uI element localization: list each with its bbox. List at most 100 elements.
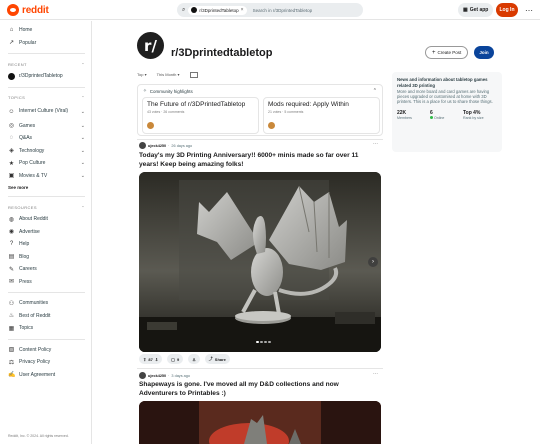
resources-section-header[interactable]: RESOURCES ⌃ [8, 201, 85, 213]
post-image[interactable] [139, 401, 381, 444]
sidebar-item-advertise[interactable]: ◉ Advertise [8, 226, 85, 239]
blog-icon: ▤ [8, 254, 15, 261]
left-sidebar: ⌂ Home ↗ Popular RECENT ⌃ r/3DprintedTab… [0, 21, 92, 444]
view-layout-icon[interactable] [189, 72, 198, 78]
sidebar-item-qas[interactable]: ◌ Q&As ⌄ [8, 132, 85, 145]
sidebar-item-pop-culture[interactable]: ★ Pop Culture ⌄ [8, 157, 85, 170]
sidebar-item-recent-subreddit[interactable]: r/3DprintedTabletop [8, 70, 85, 83]
sidebar-item-label: Blog [19, 253, 30, 260]
recent-section-header[interactable]: RECENT ⌃ [8, 58, 85, 70]
divider [137, 139, 383, 140]
sidebar-item-careers[interactable]: ✎ Careers [8, 263, 85, 276]
reddit-logo[interactable]: reddit [7, 4, 49, 16]
award-button[interactable]: ♙ [188, 354, 200, 364]
chevron-down-icon: ⌄ [80, 147, 85, 154]
sidebar-item-communities[interactable]: ⚇ Communities [8, 297, 85, 310]
stat-rank: Top 4% Rank by size [463, 110, 496, 120]
chevron-down-icon: ⌄ [80, 122, 85, 129]
sidebar-item-user-agreement[interactable]: ✍ User Agreement [8, 369, 85, 382]
post-age: 26 days ago [171, 143, 193, 148]
post-options-icon[interactable]: ⋯ [373, 141, 378, 147]
sidebar-item-best-of-reddit[interactable]: ♨ Best of Reddit [8, 310, 85, 323]
sidebar-item-label: Privacy Policy [19, 359, 51, 366]
see-more-link[interactable]: See more [8, 182, 85, 192]
policy-icon: ▧ [8, 347, 15, 354]
sidebar-item-technology[interactable]: ◈ Technology ⌄ [8, 145, 85, 158]
technology-icon: ◈ [9, 148, 14, 155]
sidebar-item-games[interactable]: ◎ Games ⌄ [8, 120, 85, 133]
author-avatar[interactable] [139, 372, 146, 379]
post-author[interactable]: ujeck4250 [148, 374, 166, 378]
recent-heading: RECENT [8, 61, 27, 67]
sidebar-item-topics[interactable]: ▦ Topics [8, 322, 85, 335]
popular-icon: ↗ [8, 40, 15, 47]
carousel-dot[interactable] [268, 341, 271, 343]
copyright-footer: Reddit, Inc. © 2024. All rights reserved… [8, 434, 69, 438]
sidebar-item-privacy-policy[interactable]: ⚖ Privacy Policy [8, 356, 85, 369]
highlight-card[interactable]: The Future of r/3DPrintedTabletop 43 vot… [142, 97, 259, 134]
search-scope-label: r/3DprintedTabletop [199, 7, 239, 13]
sidebar-item-label: Help [19, 241, 30, 248]
sidebar-item-content-policy[interactable]: ▧ Content Policy [8, 344, 85, 357]
topics-section-header[interactable]: TOPICS ⌃ [8, 92, 85, 104]
reddit-icon: ◍ [8, 216, 15, 223]
sidebar-item-label: Popular [19, 39, 37, 46]
downvote-icon[interactable]: ⇩ [155, 357, 158, 362]
home-icon: ⌂ [9, 27, 14, 34]
upvote-icon[interactable]: ⇧ [143, 357, 146, 362]
login-button[interactable]: Log In [496, 3, 518, 17]
author-avatar [268, 122, 275, 129]
chevron-up-icon[interactable]: ⌃ [373, 88, 377, 94]
post-author[interactable]: ujeck4250 [148, 144, 166, 148]
search-input[interactable]: Search in r/3DprintedTabletop [253, 8, 313, 13]
sidebar-item-home[interactable]: ⌂ Home [8, 24, 85, 37]
sidebar-item-internet-culture[interactable]: ☺ Internet Culture (Viral) ⌄ [8, 104, 85, 120]
sidebar-item-label: Home [19, 27, 33, 34]
qa-icon: ◌ [9, 135, 14, 142]
create-post-button[interactable]: + Create Post [425, 46, 469, 59]
more-options-icon[interactable]: ⋯ [522, 3, 536, 17]
post-title[interactable]: Today's my 3D Printing Anniversary!! 600… [139, 152, 379, 169]
join-button[interactable]: Join [474, 46, 494, 59]
divider [8, 86, 85, 88]
search-bar[interactable]: ⌕ r/3DprintedTabletop × Search in r/3Dpr… [177, 3, 363, 17]
miniatures-photo [139, 401, 381, 444]
sidebar-item-label: Technology [19, 147, 45, 154]
highlights-header: ✧ Community highlights [143, 88, 193, 94]
carousel-next-button[interactable]: › [368, 257, 378, 267]
carousel-dot[interactable] [260, 341, 263, 343]
sidebar-item-label: Movies & TV [19, 172, 48, 179]
comments-button[interactable]: ▢ 9 [167, 354, 184, 364]
post-image[interactable] [139, 172, 381, 352]
highlight-card[interactable]: Mods required: Apply Within 21 votes · 5… [263, 97, 380, 134]
subreddit-avatar-icon [191, 7, 198, 13]
carousel-dot[interactable] [264, 341, 267, 343]
sidebar-item-movies-tv[interactable]: ▣ Movies & TV ⌄ [8, 170, 85, 183]
post-options-icon[interactable]: ⋯ [373, 371, 378, 377]
carousel-dot[interactable] [256, 341, 259, 343]
get-app-button[interactable]: ▦ Get app [458, 3, 494, 17]
sidebar-item-popular[interactable]: ↗ Popular [8, 37, 85, 50]
sidebar-item-about[interactable]: ◍ About Reddit [8, 213, 85, 226]
reddit-snoo-icon [7, 4, 19, 16]
post-title[interactable]: Shapeways is gone. I've moved all my D&D… [139, 381, 379, 398]
stat-label[interactable]: Rank by size [463, 116, 496, 120]
clear-scope-icon[interactable]: × [241, 7, 244, 13]
award-icon: ♙ [192, 356, 196, 362]
search-scope-chip[interactable]: r/3DprintedTabletop × [188, 5, 247, 15]
resources-heading: RESOURCES [8, 204, 37, 210]
sidebar-item-label: Pop Culture [19, 160, 46, 167]
sort-order-dropdown[interactable]: Top [137, 72, 147, 78]
share-button[interactable]: ⤴ Share [204, 354, 230, 364]
time-range-dropdown[interactable]: This Month [157, 72, 180, 78]
author-avatar[interactable] [139, 142, 146, 149]
sidebar-item-label: r/3DprintedTabletop [19, 73, 63, 80]
sidebar-item-press[interactable]: ✉ Press [8, 276, 85, 289]
about-description: More and more board and card games are h… [397, 89, 493, 105]
qr-code-icon: ▦ [463, 7, 468, 13]
sidebar-item-blog[interactable]: ▤ Blog [8, 251, 85, 264]
sidebar-item-help[interactable]: ? Help [8, 238, 85, 251]
about-title: News and information about tabletop game… [397, 77, 488, 88]
divider [137, 368, 383, 369]
chevron-up-icon: ⌃ [81, 61, 85, 67]
